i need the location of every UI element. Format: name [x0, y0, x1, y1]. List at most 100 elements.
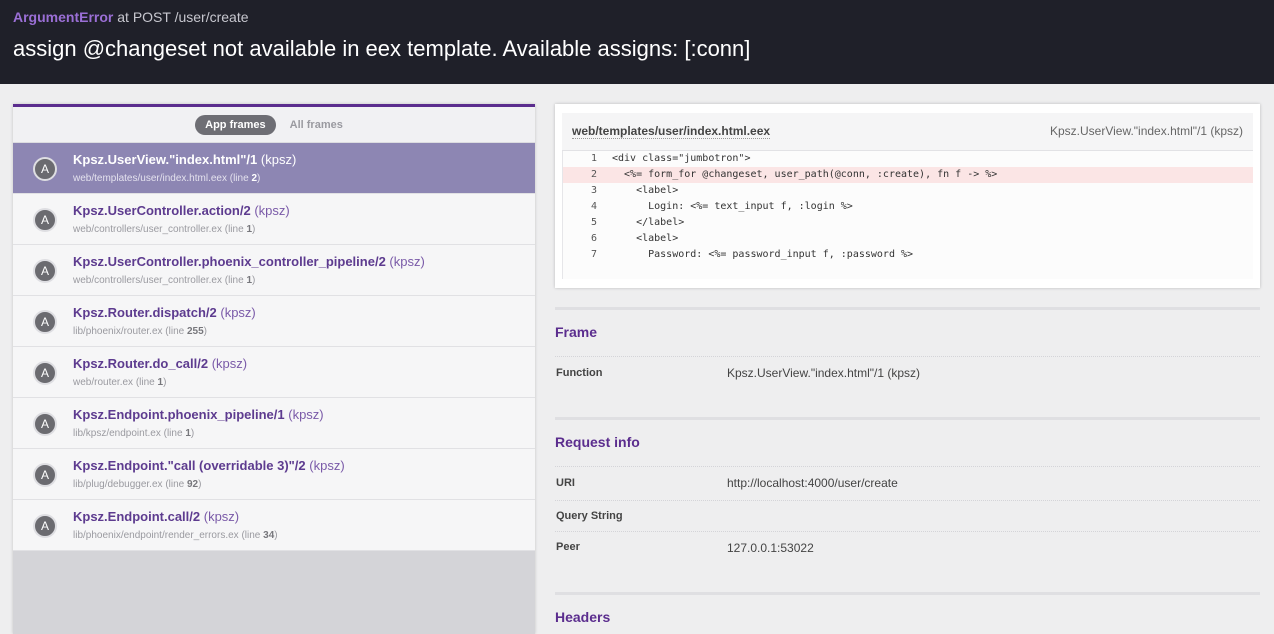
line-number: 2	[590, 169, 597, 180]
row-value: 127.0.0.1:53022	[727, 541, 814, 555]
frame-line-prefix: (line	[224, 275, 244, 286]
frame-line-suffix: )	[257, 173, 261, 184]
frame-function-name: Kpsz.Endpoint."call (overridable 3)"/2	[73, 458, 306, 473]
frame-app-name: (kpsz)	[211, 356, 248, 371]
line-source: <%= form_for @changeset, user_path(@conn…	[612, 169, 998, 180]
frame-function: Kpsz.UserController.phoenix_controller_p…	[73, 254, 425, 269]
frame-function: Kpsz.Endpoint.phoenix_pipeline/1 (kpsz)	[73, 407, 324, 422]
frame-location: web/controllers/user_controller.ex (line…	[73, 224, 255, 235]
frame-file: web/router.ex	[73, 377, 134, 388]
app-badge-icon: A	[33, 463, 57, 487]
error-request: at POST /user/create	[117, 9, 249, 25]
frame-function-name: Kpsz.UserController.action/2	[73, 203, 251, 218]
line-number: 3	[590, 185, 597, 196]
app-badge-icon: A	[33, 259, 57, 283]
error-context-line: ArgumentError at POST /user/create	[13, 9, 249, 25]
frame-app-name: (kpsz)	[309, 458, 345, 473]
frame-section-title: Frame	[555, 324, 598, 340]
stack-frame-item[interactable]: A Kpsz.Endpoint.call/2 (kpsz) lib/phoeni…	[13, 500, 535, 551]
code-line-highlighted: 2 <%= form_for @changeset, user_path(@co…	[563, 167, 1253, 183]
frame-file: web/templates/user/index.html.eex	[73, 173, 227, 184]
frame-line-suffix: )	[274, 530, 278, 541]
stack-frame-item[interactable]: A Kpsz.Router.dispatch/2 (kpsz) lib/phoe…	[13, 296, 535, 347]
line-source: Password: <%= password_input f, :passwor…	[612, 249, 914, 260]
frame-file: web/controllers/user_controller.ex	[73, 275, 222, 286]
tab-app-frames[interactable]: App frames	[195, 114, 276, 135]
frame-function: Kpsz.Router.dispatch/2 (kpsz)	[73, 305, 256, 320]
frame-line-suffix: )	[203, 326, 208, 337]
line-number: 6	[590, 233, 597, 244]
frame-function: Kpsz.Endpoint."call (overridable 3)"/2 (…	[73, 458, 345, 473]
app-badge-icon: A	[33, 157, 57, 181]
stack-frame-item[interactable]: A Kpsz.Endpoint."call (overridable 3)"/2…	[13, 449, 535, 500]
line-number: 4	[590, 201, 597, 212]
error-banner: ArgumentError at POST /user/create assig…	[0, 0, 1274, 84]
frame-line-suffix: )	[252, 224, 256, 235]
tab-all-frames[interactable]: All frames	[280, 115, 353, 135]
frame-file: lib/plug/debugger.ex	[73, 479, 163, 490]
code-function-label: Kpsz.UserView."index.html"/1 (kpsz)	[1049, 124, 1243, 138]
frame-function-name: Kpsz.Endpoint.phoenix_pipeline/1	[73, 407, 285, 422]
line-number: 1	[590, 153, 597, 164]
headers-section: Headers	[555, 592, 1260, 634]
frame-location: web/controllers/user_controller.ex (line…	[73, 275, 255, 286]
error-type: ArgumentError	[13, 9, 114, 25]
frame-line-prefix: (line	[135, 377, 155, 388]
frame-line-prefix: (line	[165, 326, 185, 337]
frame-location: web/templates/user/index.html.eex (line …	[73, 173, 260, 184]
frame-app-name: (kpsz)	[288, 407, 324, 422]
line-source: Login: <%= text_input f, :login %>	[612, 201, 853, 212]
row-value: Kpsz.UserView."index.html"/1 (kpsz)	[727, 366, 921, 380]
stack-frames-panel: App frames All frames A Kpsz.UserView."i…	[13, 104, 535, 634]
frame-line-number: 92	[187, 479, 199, 490]
request-section-title: Request info	[555, 434, 640, 450]
row-key: Function	[556, 367, 603, 379]
frame-function-name: Kpsz.Router.dispatch/2	[73, 305, 217, 320]
frame-app-name: (kpsz)	[389, 254, 425, 269]
frame-location: lib/plug/debugger.ex (line 92)	[73, 479, 201, 490]
code-snippet-header: web/templates/user/index.html.eex Kpsz.U…	[562, 113, 1253, 151]
frame-function-name: Kpsz.Router.do_call/2	[73, 356, 209, 371]
frame-location: lib/phoenix/endpoint/render_errors.ex (l…	[73, 530, 278, 541]
app-badge-icon: A	[33, 361, 57, 385]
stack-frame-item[interactable]: A Kpsz.UserController.action/2 (kpsz) we…	[13, 194, 535, 245]
line-number: 7	[590, 249, 597, 260]
row-value: http://localhost:4000/user/create	[727, 476, 898, 490]
stack-frame-item[interactable]: A Kpsz.UserView."index.html"/1 (kpsz) we…	[13, 143, 535, 194]
line-source: </label>	[612, 217, 685, 228]
frame-location: lib/phoenix/router.ex (line 255)	[73, 326, 207, 337]
code-file-link[interactable]: web/templates/user/index.html.eex	[572, 124, 771, 139]
error-message: assign @changeset not available in eex t…	[13, 36, 751, 61]
request-uri-row: URI http://localhost:4000/user/create	[555, 466, 1260, 500]
frame-file: lib/phoenix/router.ex	[73, 326, 163, 337]
frame-function: Kpsz.UserController.action/2 (kpsz)	[73, 203, 290, 218]
code-line: 6 <label>	[563, 231, 1253, 247]
headers-section-title: Headers	[555, 609, 611, 625]
frame-details-panel: web/templates/user/index.html.eex Kpsz.U…	[555, 104, 1260, 634]
row-key: Peer	[556, 541, 580, 553]
frame-app-name: (kpsz)	[220, 305, 256, 320]
frame-file: web/controllers/user_controller.ex	[73, 224, 222, 235]
code-line: 3 <label>	[563, 183, 1253, 199]
code-line: 4 Login: <%= text_input f, :login %>	[563, 199, 1253, 215]
frame-line-prefix: (line	[165, 479, 185, 490]
code-listing: 1 <div class="jumbotron"> 2 <%= form_for …	[562, 151, 1253, 279]
frame-function-row: Function Kpsz.UserView."index.html"/1 (k…	[555, 356, 1260, 396]
app-badge-icon: A	[33, 514, 57, 538]
stack-frame-item[interactable]: A Kpsz.UserController.phoenix_controller…	[13, 245, 535, 296]
code-line: 7 Password: <%= password_input f, :passw…	[563, 247, 1253, 263]
line-number: 5	[590, 217, 597, 228]
frame-line-prefix: (line	[241, 530, 261, 541]
frame-line-suffix: )	[198, 479, 202, 490]
frame-function: Kpsz.Router.do_call/2 (kpsz)	[73, 356, 247, 371]
frame-function: Kpsz.UserView."index.html"/1 (kpsz)	[73, 152, 296, 167]
frame-line-number: 34	[263, 530, 275, 541]
line-source: <label>	[612, 185, 679, 196]
stack-frame-item[interactable]: A Kpsz.Router.do_call/2 (kpsz) web/route…	[13, 347, 535, 398]
stack-frame-item[interactable]: A Kpsz.Endpoint.phoenix_pipeline/1 (kpsz…	[13, 398, 535, 449]
frame-line-suffix: )	[252, 275, 256, 286]
request-peer-row: Peer 127.0.0.1:53022	[555, 531, 1260, 567]
frame-function-name: Kpsz.UserController.phoenix_controller_p…	[73, 254, 386, 269]
row-key: Query String	[556, 510, 623, 522]
frame-file: lib/phoenix/endpoint/render_errors.ex	[73, 530, 239, 541]
